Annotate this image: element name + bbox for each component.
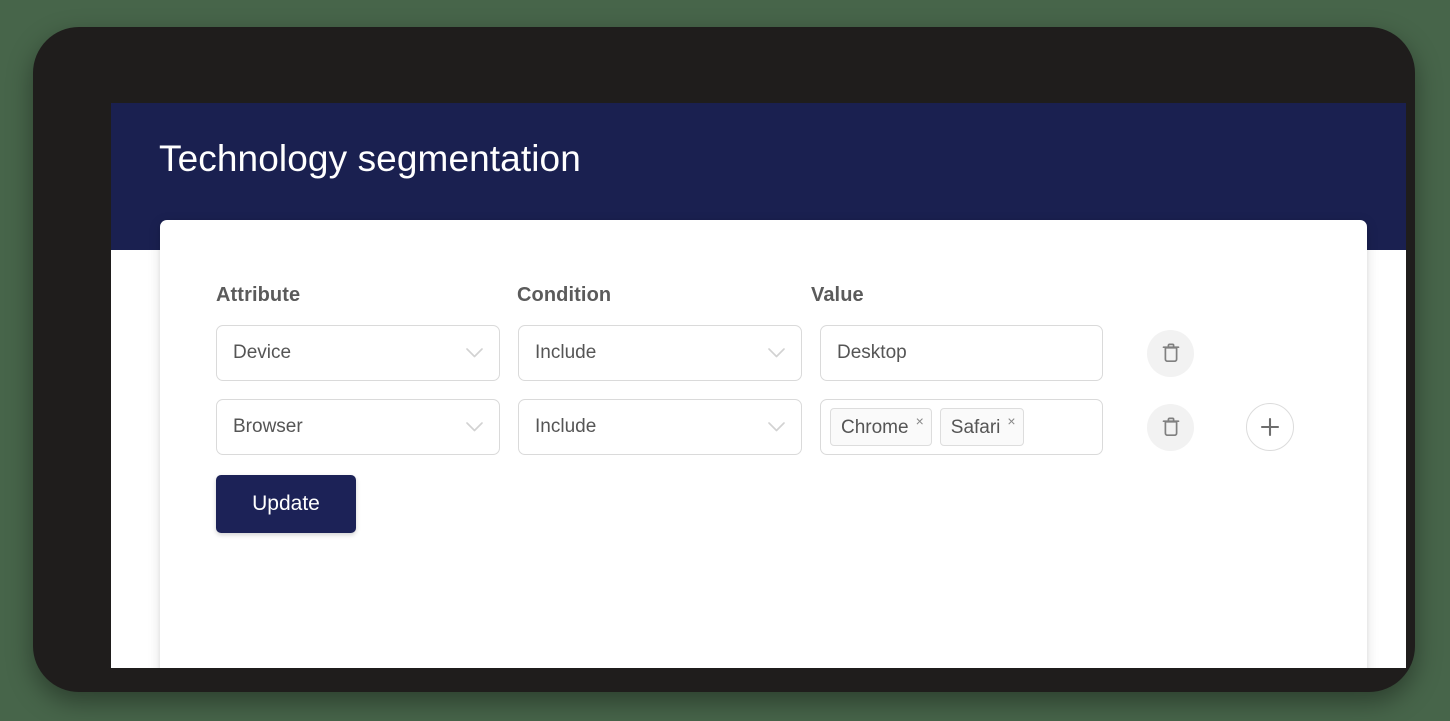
- attribute-select-value: Device: [233, 342, 292, 363]
- device-screen: Technology segmentation Attribute Condit…: [111, 103, 1406, 668]
- delete-row-button[interactable]: [1147, 329, 1194, 377]
- plus-icon: [1258, 415, 1282, 439]
- delete-row-button[interactable]: [1147, 403, 1194, 451]
- segment-row: Browser Include Chrome × Safari ×: [216, 399, 1294, 455]
- chevron-down-icon: [768, 348, 785, 358]
- attribute-select-row-0[interactable]: Device: [216, 325, 500, 381]
- column-header-attribute: Attribute: [216, 284, 301, 306]
- close-icon[interactable]: ×: [916, 414, 924, 428]
- value-tag[interactable]: Chrome ×: [830, 408, 932, 446]
- value-tags-row-1[interactable]: Chrome × Safari ×: [820, 399, 1103, 455]
- page-title: Technology segmentation: [159, 138, 581, 179]
- value-tag-label: Chrome: [841, 417, 909, 438]
- column-header-value: Value: [811, 284, 864, 306]
- column-header-condition: Condition: [517, 284, 612, 306]
- close-icon[interactable]: ×: [1007, 414, 1015, 428]
- segment-form: Attribute Condition Value Device Include: [216, 263, 1294, 533]
- chevron-down-icon: [466, 348, 483, 358]
- value-tag[interactable]: Safari ×: [939, 408, 1024, 446]
- condition-select-row-1[interactable]: Include: [518, 399, 802, 455]
- chevron-down-icon: [466, 422, 483, 432]
- value-tag-label: Safari: [950, 417, 1001, 438]
- add-row-button[interactable]: [1246, 403, 1294, 451]
- segment-row: Device Include Desktop: [216, 325, 1294, 381]
- segmentation-card: Attribute Condition Value Device Include: [160, 220, 1367, 668]
- row-actions-0: [1147, 329, 1294, 377]
- condition-select-value: Include: [535, 416, 597, 437]
- row-actions-1: [1147, 403, 1294, 451]
- attribute-select-row-1[interactable]: Browser: [216, 399, 500, 455]
- add-row-spacer: [1246, 329, 1294, 377]
- trash-icon: [1161, 342, 1181, 364]
- condition-select-row-0[interactable]: Include: [518, 325, 802, 381]
- trash-icon: [1161, 416, 1181, 438]
- attribute-select-value: Browser: [233, 416, 303, 437]
- form-column-headers: Attribute Condition Value: [216, 263, 1294, 307]
- value-input-text: Desktop: [837, 342, 907, 363]
- chevron-down-icon: [768, 422, 785, 432]
- device-bezel: Technology segmentation Attribute Condit…: [33, 27, 1415, 692]
- value-input-row-0[interactable]: Desktop: [820, 325, 1103, 381]
- condition-select-value: Include: [535, 342, 597, 363]
- update-button[interactable]: Update: [216, 475, 356, 533]
